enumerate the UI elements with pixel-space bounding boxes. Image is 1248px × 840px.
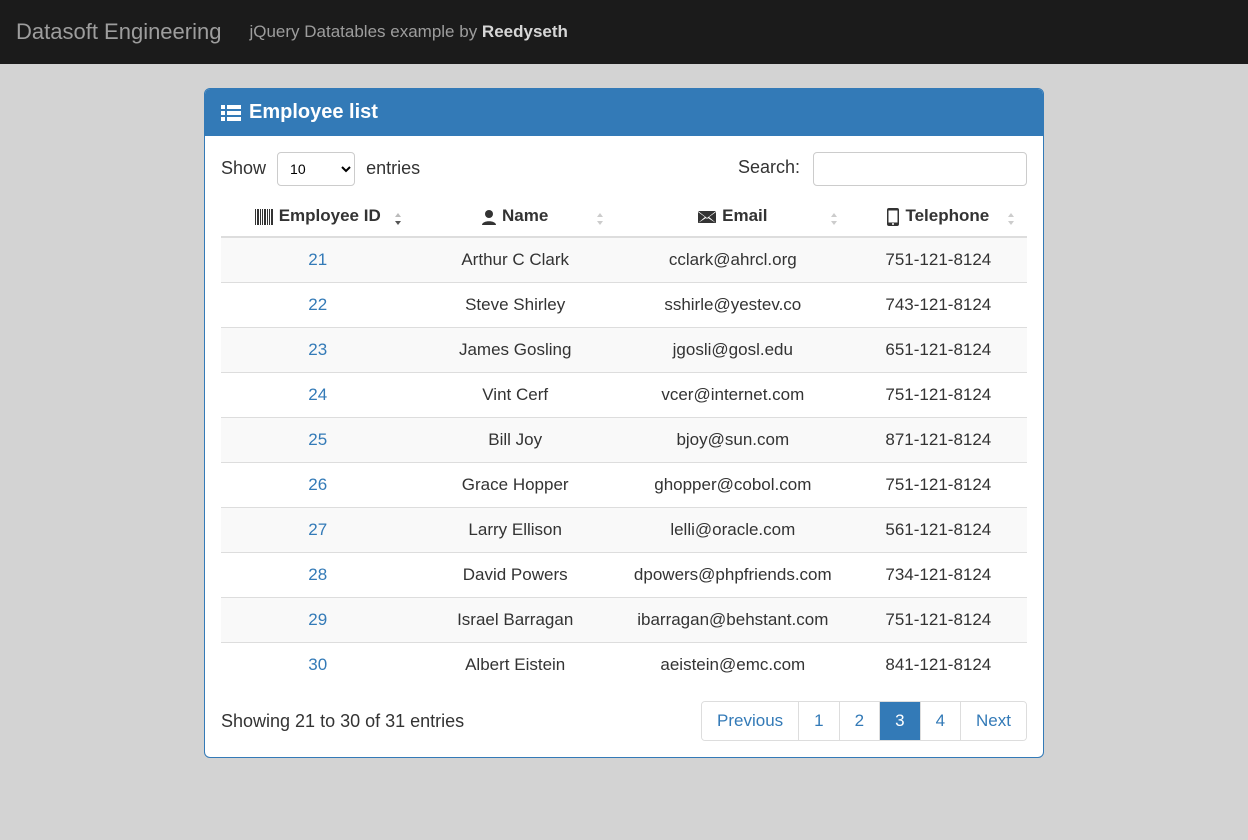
sort-icon xyxy=(1005,208,1019,224)
cell-telephone: 841-121-8124 xyxy=(850,643,1027,688)
tagline-pre: jQuery Datatables example by xyxy=(249,22,481,41)
cell-email: lelli@oracle.com xyxy=(616,508,850,553)
cell-telephone: 651-121-8124 xyxy=(850,328,1027,373)
sort-icon xyxy=(594,208,608,224)
page-previous[interactable]: Previous xyxy=(702,702,798,740)
cell-telephone: 751-121-8124 xyxy=(850,237,1027,283)
page-3[interactable]: 3 xyxy=(879,702,919,740)
entries-label: entries xyxy=(366,158,420,178)
table-row: 29 Israel Barraganibarragan@behstant.com7… xyxy=(221,598,1027,643)
col-employee-id[interactable]: Employee ID xyxy=(221,196,414,237)
cell-email: ghopper@cobol.com xyxy=(616,463,850,508)
page-4[interactable]: 4 xyxy=(920,702,960,740)
table-row: 26 Grace Hopperghopper@cobol.com751-121-8… xyxy=(221,463,1027,508)
cell-email: jgosli@gosl.edu xyxy=(616,328,850,373)
sort-icon xyxy=(392,208,406,224)
search-filter: Search: xyxy=(738,152,1027,186)
table-row: 24 Vint Cerfvcer@internet.com751-121-8124 xyxy=(221,373,1027,418)
employee-table: Employee ID Name xyxy=(221,196,1027,687)
employee-id-link[interactable]: 25 xyxy=(308,430,327,449)
cell-email: bjoy@sun.com xyxy=(616,418,850,463)
navbar-tagline: jQuery Datatables example by Reedyseth xyxy=(249,22,567,42)
cell-telephone: 734-121-8124 xyxy=(850,553,1027,598)
employee-id-link[interactable]: 22 xyxy=(308,295,327,314)
cell-email: vcer@internet.com xyxy=(616,373,850,418)
envelope-icon xyxy=(698,206,716,226)
page-next[interactable]: Next xyxy=(960,702,1026,740)
search-label: Search: xyxy=(738,157,800,177)
length-select[interactable]: 10 xyxy=(277,152,355,186)
employee-id-link[interactable]: 26 xyxy=(308,475,327,494)
cell-name: James Gosling xyxy=(414,328,616,373)
col-label: Name xyxy=(502,206,548,226)
page-2[interactable]: 2 xyxy=(839,702,879,740)
tagline-author: Reedyseth xyxy=(482,22,568,41)
cell-name: Albert Eistein xyxy=(414,643,616,688)
cell-email: cclark@ahrcl.org xyxy=(616,237,850,283)
col-label: Employee ID xyxy=(279,206,381,226)
table-row: 22 Steve Shirleysshirle@yestev.co743-121-… xyxy=(221,283,1027,328)
panel-heading: Employee list xyxy=(205,89,1043,136)
cell-name: Larry Ellison xyxy=(414,508,616,553)
cell-name: Grace Hopper xyxy=(414,463,616,508)
cell-name: Israel Barragan xyxy=(414,598,616,643)
employee-id-link[interactable]: 29 xyxy=(308,610,327,629)
employee-id-link[interactable]: 23 xyxy=(308,340,327,359)
cell-email: aeistein@emc.com xyxy=(616,643,850,688)
cell-name: Bill Joy xyxy=(414,418,616,463)
cell-telephone: 871-121-8124 xyxy=(850,418,1027,463)
cell-name: David Powers xyxy=(414,553,616,598)
employee-id-link[interactable]: 27 xyxy=(308,520,327,539)
table-row: 27 Larry Ellisonlelli@oracle.com561-121-8… xyxy=(221,508,1027,553)
col-email[interactable]: Email xyxy=(616,196,850,237)
cell-email: sshirle@yestev.co xyxy=(616,283,850,328)
cell-telephone: 561-121-8124 xyxy=(850,508,1027,553)
page-1[interactable]: 1 xyxy=(798,702,838,740)
cell-name: Vint Cerf xyxy=(414,373,616,418)
user-icon xyxy=(482,206,496,226)
employee-id-link[interactable]: 21 xyxy=(308,250,327,269)
employee-id-link[interactable]: 30 xyxy=(308,655,327,674)
cell-email: ibarragan@behstant.com xyxy=(616,598,850,643)
pagination: Previous1234Next xyxy=(701,701,1027,741)
cell-telephone: 743-121-8124 xyxy=(850,283,1027,328)
table-row: 23 James Goslingjgosli@gosl.edu651-121-81… xyxy=(221,328,1027,373)
cell-telephone: 751-121-8124 xyxy=(850,463,1027,508)
table-row: 30 Albert Eisteinaeistein@emc.com841-121-… xyxy=(221,643,1027,688)
phone-icon xyxy=(887,206,899,226)
navbar-brand[interactable]: Datasoft Engineering xyxy=(16,19,249,45)
length-menu: Show 10 entries xyxy=(221,152,420,186)
cell-telephone: 751-121-8124 xyxy=(850,373,1027,418)
cell-name: Arthur C Clark xyxy=(414,237,616,283)
sort-icon xyxy=(828,208,842,224)
col-telephone[interactable]: Telephone xyxy=(850,196,1027,237)
table-row: 28 David Powersdpowers@phpfriends.com734-… xyxy=(221,553,1027,598)
list-icon xyxy=(221,101,241,124)
cell-name: Steve Shirley xyxy=(414,283,616,328)
table-row: 21 Arthur C Clarkcclark@ahrcl.org751-121-… xyxy=(221,237,1027,283)
table-info: Showing 21 to 30 of 31 entries xyxy=(221,711,464,732)
cell-email: dpowers@phpfriends.com xyxy=(616,553,850,598)
table-row: 25 Bill Joybjoy@sun.com871-121-8124 xyxy=(221,418,1027,463)
col-name[interactable]: Name xyxy=(414,196,616,237)
panel-title: Employee list xyxy=(249,101,378,124)
employee-id-link[interactable]: 28 xyxy=(308,565,327,584)
employee-panel: Employee list Show 10 entries Search: xyxy=(204,88,1044,758)
col-label: Telephone xyxy=(905,206,989,226)
cell-telephone: 751-121-8124 xyxy=(850,598,1027,643)
search-input[interactable] xyxy=(813,152,1027,186)
barcode-icon xyxy=(255,206,273,226)
show-label: Show xyxy=(221,158,266,178)
col-label: Email xyxy=(722,206,767,226)
navbar: Datasoft Engineering jQuery Datatables e… xyxy=(0,0,1248,64)
employee-id-link[interactable]: 24 xyxy=(308,385,327,404)
